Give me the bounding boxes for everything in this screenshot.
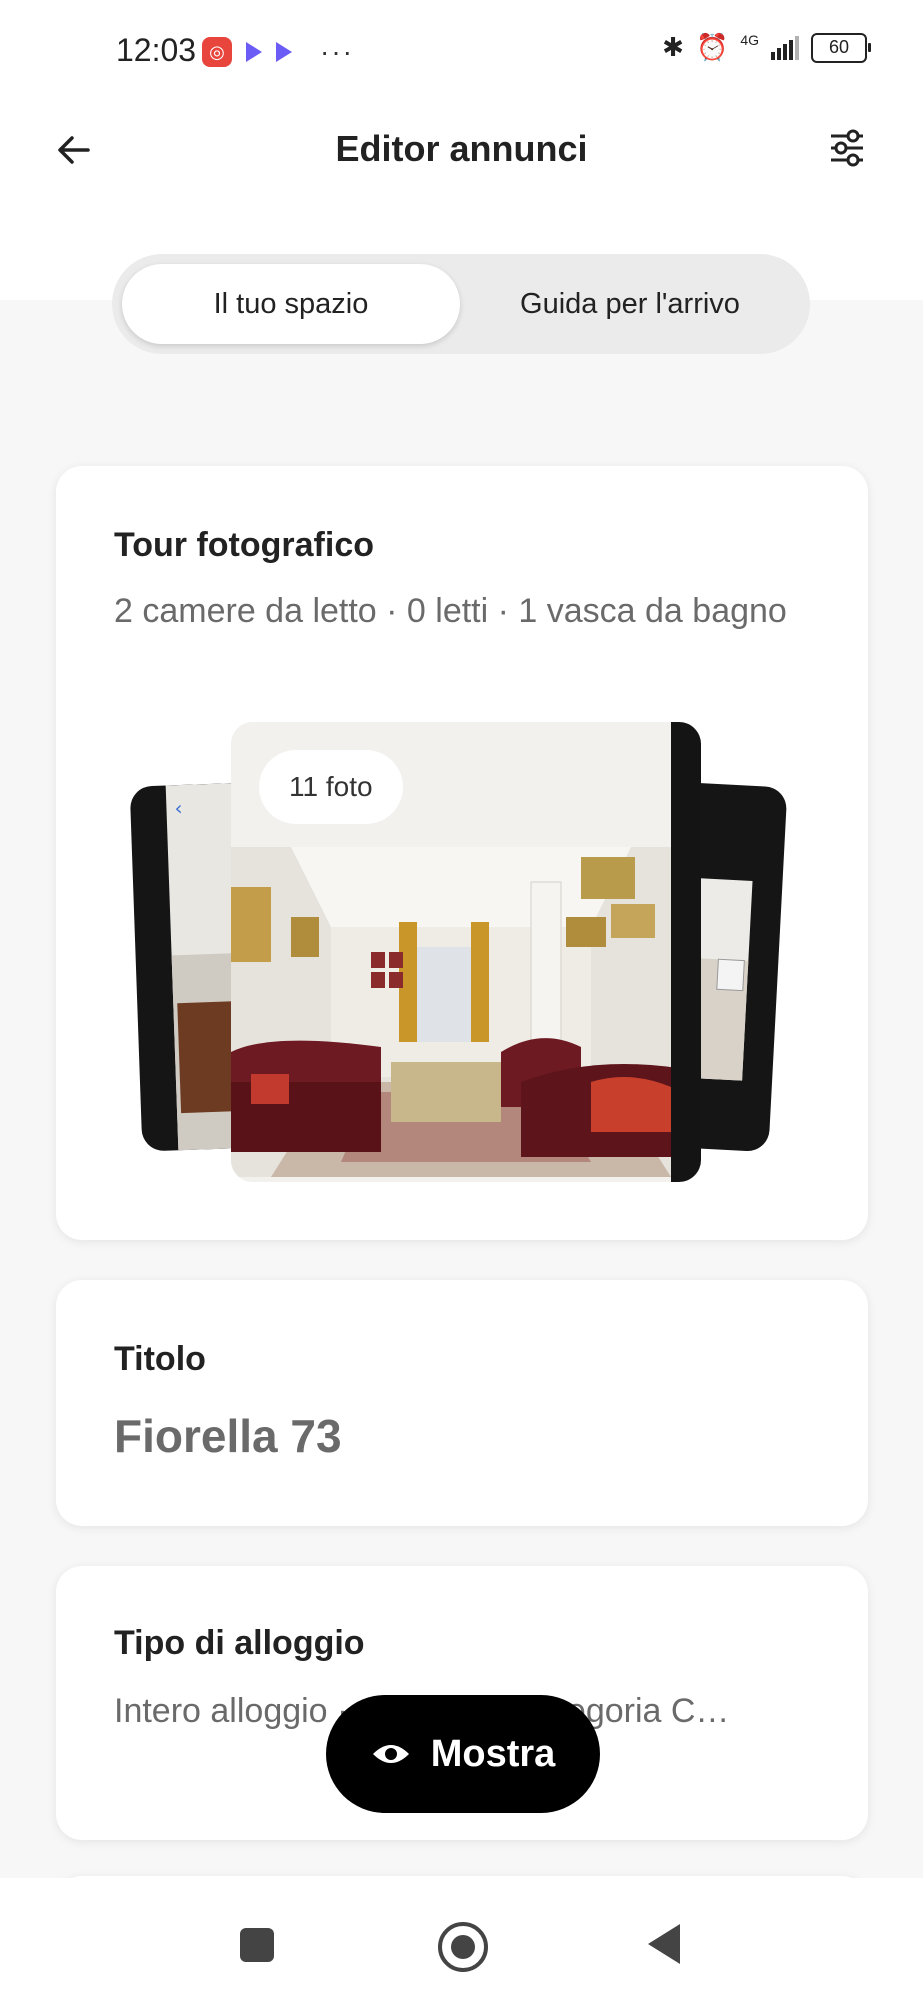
home-icon[interactable] bbox=[438, 1922, 488, 1972]
photo-tour-card[interactable]: Tour fotografico 2 camere da letto · 0 l… bbox=[56, 466, 868, 1240]
back-triangle-icon[interactable] bbox=[648, 1924, 680, 1964]
page-title: Editor annunci bbox=[335, 128, 588, 169]
network-type: 4G bbox=[740, 31, 759, 48]
signal-icon bbox=[771, 35, 799, 60]
play-store-icon bbox=[246, 42, 262, 62]
status-bar: 12:03 ◎ ··· ✱ ⏰ 4G 60 bbox=[0, 0, 923, 100]
system-indicators: ✱ ⏰ 4G 60 bbox=[662, 31, 871, 63]
tab-switcher: Il tuo spazio Guida per l'arrivo bbox=[112, 254, 810, 354]
alarm-icon: ⏰ bbox=[695, 32, 729, 62]
tab-il-tuo-spazio[interactable]: Il tuo spazio bbox=[122, 264, 460, 344]
more-notifications-icon: ··· bbox=[320, 36, 354, 67]
notification-icons: ◎ ··· bbox=[202, 36, 354, 68]
play-store-icon bbox=[276, 42, 292, 62]
tab-guida-per-arrivo[interactable]: Guida per l'arrivo bbox=[460, 264, 800, 344]
title-card[interactable]: Titolo Fiorella 73 bbox=[56, 1280, 868, 1526]
status-time: 12:03 bbox=[116, 32, 197, 68]
sliders-icon[interactable] bbox=[827, 128, 867, 168]
photo-cover[interactable]: 11 foto bbox=[231, 722, 701, 1182]
recent-apps-icon[interactable] bbox=[240, 1928, 274, 1962]
show-preview-button[interactable]: Mostra bbox=[326, 1695, 600, 1813]
battery-level: 60 bbox=[828, 37, 850, 57]
photo-tour-subtitle: 2 camere da letto · 0 letti · 1 vasca da… bbox=[114, 592, 787, 630]
photo-tour-title: Tour fotografico bbox=[114, 526, 374, 564]
app-notification-icon: ◎ bbox=[202, 37, 232, 67]
battery-icon: 60 bbox=[811, 32, 871, 63]
photo-count-badge: 11 foto bbox=[259, 750, 403, 824]
bluetooth-icon: ✱ bbox=[662, 32, 684, 62]
eye-icon bbox=[372, 1745, 409, 1763]
svg-text:‹: ‹ bbox=[174, 796, 183, 820]
show-preview-label: Mostra bbox=[430, 1732, 556, 1775]
title-card-label: Titolo bbox=[114, 1340, 206, 1378]
listing-title-value: Fiorella 73 bbox=[114, 1410, 342, 1462]
accommodation-type-label: Tipo di alloggio bbox=[114, 1624, 365, 1662]
